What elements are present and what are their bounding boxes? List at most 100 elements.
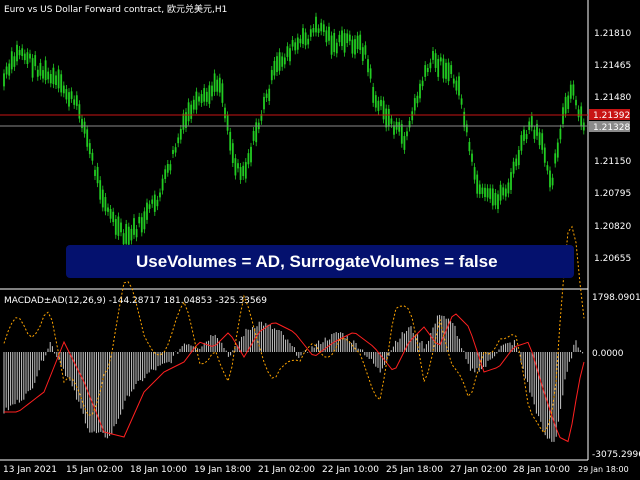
candle-body [458,76,460,96]
time-tick-10: 29 Jan 18:00 [578,465,629,474]
candle-body [229,131,232,151]
candle-body [359,34,362,51]
candle-body [34,55,37,67]
candle-body [10,51,13,70]
candle-body [148,204,151,209]
candle-body [114,218,117,235]
candle-body [39,62,42,76]
candle-body [190,104,193,119]
price-tick-4: 1.21150 [594,157,631,167]
candle-body [541,133,544,150]
candle-body [432,51,434,60]
candle-body [281,56,284,67]
candle-body [411,111,414,121]
candle-body [577,109,580,118]
candle-body [161,178,164,191]
candle-body [26,52,29,65]
time-tick-6: 22 Jan 10:00 [322,465,379,475]
candle-body [468,141,471,152]
time-tick-9: 28 Jan 10:00 [513,465,570,475]
candle-body [94,169,96,176]
candle-body [341,30,343,47]
candle-body [455,80,458,91]
candle-body [143,211,146,230]
candle-body [278,52,281,71]
candle-body [57,69,60,89]
candle-body [3,73,5,87]
candle-body [398,122,401,132]
price-tick-7: 1.20655 [594,254,631,264]
candle-body [60,74,63,93]
candle-body [75,95,78,106]
candle-body [120,222,122,233]
bid-price-label: 1.21328 [593,123,630,133]
price-tick-5: 1.20795 [594,189,631,199]
price-tick-2: 1.21465 [594,61,631,71]
candle-body [481,187,484,194]
candle-body [73,99,76,105]
candle-body [224,107,226,119]
candle-body [174,147,177,153]
candle-body [569,84,572,99]
candle-body [515,158,518,167]
candle-body [502,187,505,196]
indicator-scale-bottom: -3075.29963 [592,450,640,460]
candle-body [244,162,247,179]
candle-body [562,107,564,124]
candle-body [437,58,440,77]
candle-body [291,39,294,47]
candle-body [460,98,463,105]
candle-body [328,26,330,41]
chart-terminal[interactable]: Euro vs US Dollar Forward contract, 欧元兑美… [0,0,640,480]
candle-body [156,199,159,207]
candle-body [151,199,154,204]
price-tick-6: 1.20820 [594,222,631,232]
candle-body [101,189,104,208]
candle-body [439,57,442,62]
candle-body [68,92,70,107]
candle-body [424,65,427,77]
candle-body [406,131,408,137]
time-tick-8: 27 Jan 02:00 [450,465,507,475]
candle-body [572,84,575,96]
candle-body [426,67,429,73]
candle-body [304,32,307,46]
candle-body [486,188,489,198]
candle-body [400,124,403,144]
candle-body [23,53,26,61]
time-tick-3: 18 Jan 10:00 [130,465,187,475]
candle-body [263,96,265,110]
candle-body [551,177,554,186]
candle-body [13,56,16,67]
chart-title: Euro vs US Dollar Forward contract, 欧元兑美… [4,3,227,15]
candle-body [252,131,255,141]
candle-body [153,194,156,212]
candle-body [512,161,515,174]
candle-body [55,75,57,86]
candle-body [382,100,385,120]
candle-body [356,35,359,50]
candle-body [377,100,380,111]
candle-body [330,35,333,55]
candle-body [81,118,83,129]
candle-body [192,99,195,110]
candle-body [393,125,395,135]
candle-body [473,167,476,180]
candle-body [127,226,130,245]
time-tick-1: 13 Jan 2021 [3,465,57,475]
candle-body [416,95,419,104]
candle-body [289,48,291,62]
candle-body [242,165,245,177]
candle-body [62,85,65,94]
candle-body [463,111,466,128]
candle-body [517,150,520,166]
candle-body [70,91,73,99]
candle-body [320,22,323,32]
candle-body [138,216,141,224]
candle-body [523,129,525,141]
candle-body [47,71,50,80]
candle-body [361,47,364,61]
candle-body [322,24,325,33]
candle-body [109,209,112,219]
candle-body [177,137,180,144]
